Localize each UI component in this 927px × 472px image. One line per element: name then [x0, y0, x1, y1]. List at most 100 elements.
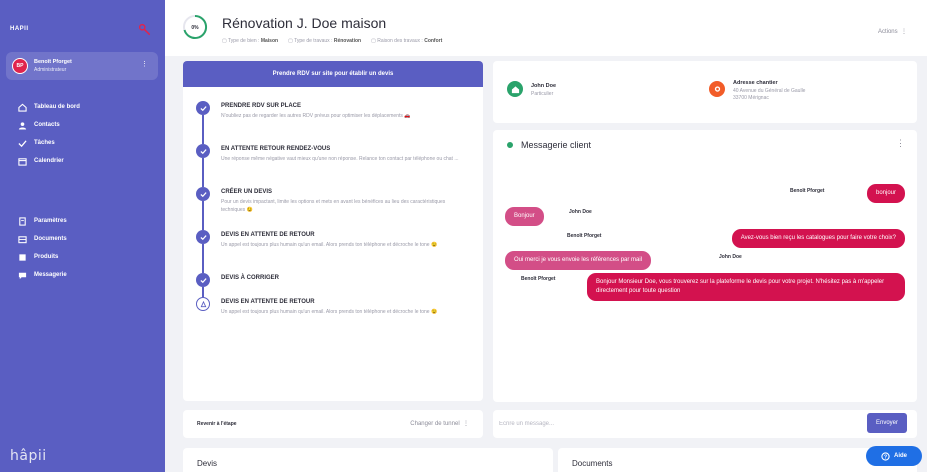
- step-connector: [202, 244, 204, 273]
- client-messenger: Messagerie client ⋮ Benoît Pforget bonjo…: [493, 130, 917, 402]
- contacts-card: John Doe Particulier Adresse chantier 40…: [493, 61, 917, 123]
- brand-label: HAPII: [10, 26, 29, 32]
- check-icon: [196, 101, 210, 115]
- tools-icon[interactable]: [137, 22, 151, 36]
- step-desc: Pour un devis impactant, limite les opti…: [221, 199, 446, 213]
- step-title: DEVIS À CORRIGER: [221, 275, 280, 281]
- user-menu-icon[interactable]: ⋮: [141, 60, 148, 68]
- check-icon: [196, 230, 210, 244]
- check-icon: [196, 187, 210, 201]
- step-connector: [202, 115, 204, 144]
- help-icon: ?: [881, 451, 890, 461]
- message-bubble-incoming: Bonjour: [505, 207, 544, 226]
- sidebar-item-label: Paramètres: [34, 218, 67, 224]
- step-title: PRENDRE RDV SUR PLACE: [221, 103, 302, 109]
- project-meta: ▢ Type de bien : Maison ▢ Type de travau…: [222, 38, 442, 44]
- message-bubble-outgoing: Bonjour Monsieur Doe, vous trouverez sur…: [587, 273, 905, 301]
- sidebar-item-label: Calendrier: [34, 158, 64, 164]
- change-funnel-button[interactable]: Changer de tunnel ⋮: [410, 420, 469, 427]
- funnel-step[interactable]: EN ATTENTE RETOUR RENDEZ-VOUS Une répons…: [193, 144, 473, 187]
- contacts-icon: [18, 121, 27, 130]
- sidebar-item-label: Messagerie: [34, 272, 67, 278]
- client-type: Particulier: [531, 91, 554, 97]
- documents-panel: Documents: [558, 448, 917, 472]
- funnel-card: Prendre RDV sur site pour établir un dev…: [183, 61, 483, 401]
- step-desc: N'oubliez pas de regarder les autres RDV…: [221, 113, 411, 119]
- page-title: Rénovation J. Doe maison: [222, 15, 387, 31]
- main-nav: Tableau de bord Contacts Tâches Calendri…: [0, 98, 165, 170]
- step-desc: Une réponse même négative vaut mieux qu'…: [221, 156, 459, 162]
- app-logo: hâpii: [10, 448, 47, 464]
- sidebar-item-contacts[interactable]: Contacts: [0, 116, 165, 134]
- home-icon: [18, 103, 27, 112]
- sidebar-item-tasks[interactable]: Tâches: [0, 134, 165, 152]
- documents-icon: [18, 235, 27, 243]
- funnel-step[interactable]: CRÉER UN DEVIS Pour un devis impactant, …: [193, 187, 473, 230]
- message-input[interactable]: [499, 416, 799, 432]
- sidebar-item-label: Contacts: [34, 122, 60, 128]
- step-title: EN ATTENTE RETOUR RENDEZ-VOUS: [221, 146, 331, 152]
- sidebar-item-label: Produits: [34, 254, 59, 260]
- user-name: Benoît Pforget: [34, 59, 72, 65]
- sidebar-item-calendar[interactable]: Calendrier: [0, 152, 165, 170]
- site-address-line2: 33700 Mérignac: [733, 95, 769, 101]
- funnel-step[interactable]: DEVIS À CORRIGER: [193, 273, 473, 297]
- chat-icon: [18, 272, 27, 279]
- step-connector: [202, 158, 204, 187]
- project-header: 0% Rénovation J. Doe maison ▢ Type de bi…: [165, 0, 927, 56]
- check-icon: [196, 273, 210, 287]
- send-button[interactable]: Envoyer: [867, 413, 907, 433]
- location-pin-icon: [709, 81, 725, 97]
- settings-icon: [19, 216, 26, 226]
- client-home-icon: [507, 81, 523, 97]
- tasks-icon: [18, 139, 27, 147]
- user-role: Administrateur: [34, 67, 67, 73]
- step-title: DEVIS EN ATTENTE DE RETOUR: [221, 232, 315, 238]
- funnel-step[interactable]: DEVIS EN ATTENTE DE RETOUR Un appel est …: [193, 230, 473, 273]
- sidebar-item-label: Tableau de bord: [34, 104, 80, 110]
- quotes-panel: Devis: [183, 448, 553, 472]
- step-desc: Un appel est toujours plus humain qu'un …: [221, 242, 438, 248]
- funnel-step[interactable]: DEVIS EN ATTENTE DE RETOUR Un appel est …: [193, 297, 473, 340]
- step-title: DEVIS EN ATTENTE DE RETOUR: [221, 299, 315, 305]
- message-bubble-outgoing: Avez-vous bien reçu les catalogues pour …: [731, 229, 905, 248]
- sidebar-item-label: Documents: [34, 236, 67, 242]
- sidebar-item-settings[interactable]: Paramètres: [0, 212, 165, 230]
- documents-title: Documents: [572, 459, 613, 468]
- back-to-step-link[interactable]: Revenir à l'étape: [197, 421, 237, 427]
- funnel-step[interactable]: PRENDRE RDV SUR PLACE N'oubliez pas de r…: [193, 101, 473, 144]
- messenger-menu-icon[interactable]: ⋮: [896, 138, 905, 149]
- meta-item: ▢ Type de travaux : Rénovation: [288, 38, 362, 44]
- step-desc: Un appel est toujours plus humain qu'un …: [221, 309, 438, 315]
- actions-menu[interactable]: Actions ⋮: [878, 28, 907, 35]
- products-icon: [19, 253, 26, 261]
- help-button[interactable]: ? Aide: [866, 446, 922, 466]
- calendar-icon: [18, 157, 27, 166]
- message-sender: Benoît Pforget: [521, 276, 556, 282]
- message-bubble-incoming: Oui merci je vous envoie les références …: [505, 251, 652, 270]
- online-status-icon: [507, 142, 513, 148]
- meta-item: ▢ Type de bien : Maison: [222, 38, 279, 44]
- message-composer: Envoyer: [493, 410, 917, 438]
- sidebar-item-products[interactable]: Produits: [0, 248, 165, 266]
- progress-ring-icon: 0%: [183, 14, 208, 39]
- quotes-title: Devis: [197, 459, 218, 468]
- step-connector: [202, 201, 204, 230]
- message-bubble-outgoing: bonjour: [866, 184, 905, 203]
- pending-step-icon: [196, 297, 210, 311]
- client-name[interactable]: John Doe: [531, 83, 556, 89]
- avatar: BP: [12, 58, 28, 74]
- site-address-line1: 40 Avenue du Général de Gaulle: [733, 88, 806, 94]
- funnel-banner-button[interactable]: Prendre RDV sur site pour établir un dev…: [183, 61, 483, 87]
- sidebar-item-dashboard[interactable]: Tableau de bord: [0, 98, 165, 116]
- message-sender: Benoît Pforget: [790, 188, 825, 194]
- sidebar: HAPII BP Benoît Pforget Administrateur ⋮…: [0, 0, 165, 472]
- step-connector: [202, 287, 204, 297]
- meta-item: ▢ Raison des travaux : Confort: [371, 38, 443, 44]
- sidebar-item-messaging[interactable]: Messagerie: [0, 266, 165, 284]
- user-card[interactable]: BP Benoît Pforget Administrateur ⋮: [6, 52, 158, 80]
- sidebar-item-documents[interactable]: Documents: [0, 230, 165, 248]
- message-sender: Benoît Pforget: [567, 233, 602, 239]
- step-title: CRÉER UN DEVIS: [221, 189, 273, 195]
- messenger-title: Messagerie client: [521, 140, 592, 150]
